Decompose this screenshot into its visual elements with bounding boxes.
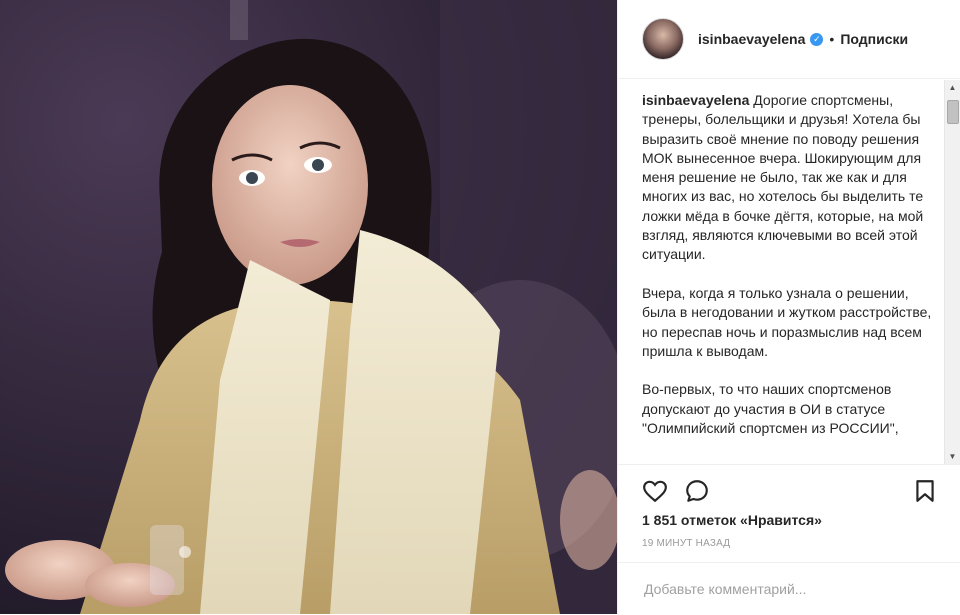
caption-scrollbar[interactable]: ▲ ▼ [944, 80, 960, 464]
portrait-illustration [0, 0, 617, 614]
post-caption: isinbaevayelena Дорогие спортсмены, трен… [642, 91, 942, 438]
post-header: isinbaevayelena ✓ • Подписки [618, 0, 960, 79]
caption-text: Дорогие спортсмены, тренеры, болельщики … [642, 92, 932, 437]
comment-area [618, 562, 960, 615]
caption-username[interactable]: isinbaevayelena [642, 92, 749, 108]
comment-bubble-icon[interactable] [684, 478, 710, 504]
likes-count[interactable]: 1 851 отметок «Нравится» [642, 512, 822, 528]
scrollbar-thumb[interactable] [947, 100, 959, 124]
follow-button[interactable]: Подписки [840, 31, 908, 47]
post-actions [618, 464, 960, 515]
post-photo[interactable] [0, 0, 617, 614]
caption-scroll-area[interactable]: isinbaevayelena Дорогие спортсмены, трен… [618, 79, 960, 464]
separator-dot: • [829, 31, 835, 47]
header-username[interactable]: isinbaevayelena [698, 31, 805, 47]
avatar[interactable] [642, 18, 684, 60]
post-side-panel: isinbaevayelena ✓ • Подписки isinbaevaye… [617, 0, 960, 614]
scroll-up-arrow-icon[interactable]: ▲ [945, 80, 960, 95]
bookmark-icon[interactable] [912, 478, 938, 504]
scroll-down-arrow-icon[interactable]: ▼ [945, 449, 960, 464]
heart-icon[interactable] [642, 478, 668, 504]
post-timestamp[interactable]: 19 МИНУТ НАЗАД [642, 538, 730, 549]
verified-badge-icon: ✓ [810, 32, 824, 46]
comment-input[interactable] [642, 577, 936, 601]
